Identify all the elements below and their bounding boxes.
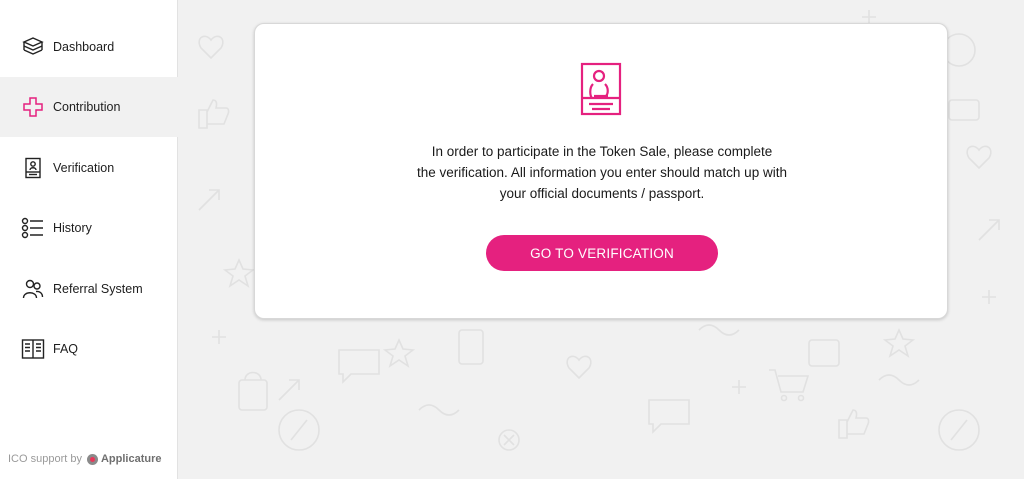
verification-message: In order to participate in the Token Sal… [352,141,852,204]
sidebar-item-label: Dashboard [53,40,115,54]
sidebar-item-label: History [53,221,92,235]
sidebar-item-verification[interactable]: Verification [0,138,178,198]
sidebar-footer: ICO support by Applicature [8,453,162,465]
sidebar-item-history[interactable]: History [0,198,178,258]
go-to-verification-button[interactable]: GO TO VERIFICATION [486,235,718,271]
sidebar-item-label: Contribution [53,100,121,114]
id-card-icon [580,62,622,116]
sidebar-item-label: Verification [53,161,115,175]
message-line: In order to participate in the Token Sal… [431,144,773,159]
message-line: your official documents / passport. [499,186,705,201]
sidebar-item-label: Referral System [53,282,143,296]
sidebar-item-referral-system[interactable]: Referral System [0,259,178,319]
sidebar: Dashboard Contribution Verification Hist… [0,0,178,479]
footer-prefix: ICO support by [8,453,82,465]
book-icon [21,337,45,361]
applicature-logo-icon [86,453,98,465]
sidebar-item-label: FAQ [53,342,79,356]
stack-icon [21,35,45,59]
verification-card: In order to participate in the Token Sal… [254,23,948,319]
users-icon [21,277,45,301]
sidebar-item-dashboard[interactable]: Dashboard [0,17,178,77]
message-line: the verification. All information you en… [417,165,787,180]
sidebar-item-faq[interactable]: FAQ [0,319,178,379]
list-icon [21,216,45,240]
footer-brand[interactable]: Applicature [101,453,162,465]
sidebar-item-contribution[interactable]: Contribution [0,77,178,137]
plus-cross-icon [21,95,45,119]
id-card-icon [21,156,45,180]
